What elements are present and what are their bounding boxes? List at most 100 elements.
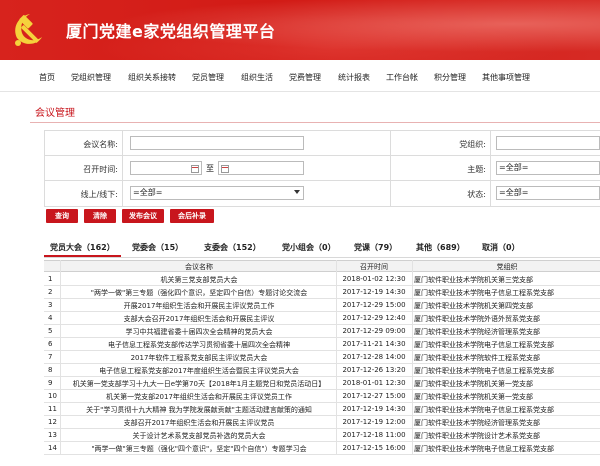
meeting-name-cell[interactable]: "两学一做"第三专题（强化"四个意识"，坚定"四个自信"）专题学习会 xyxy=(62,444,336,454)
meeting-time-cell: 2017-12-29 15:00 xyxy=(342,301,406,309)
table-row[interactable]: 1 机关第三党支部党员大会 2018-01-02 12:30 厦门软件职业技术学院机关… xyxy=(44,273,600,286)
meeting-name-cell[interactable]: 关于"学习贯彻十九大精神 我为学院发展献贡献"主题活动建言献策的通知 xyxy=(62,405,336,415)
tab-party-group[interactable]: 党小组会（0） xyxy=(282,242,336,253)
meeting-name-input[interactable] xyxy=(130,136,304,150)
org-input[interactable] xyxy=(496,136,600,150)
start-date-input[interactable] xyxy=(130,161,202,175)
app-title: 厦门党建e家党组织管理平台 xyxy=(66,22,276,41)
calendar-icon[interactable] xyxy=(221,165,229,173)
supplement-record-button[interactable]: 会后补录 xyxy=(170,209,214,223)
table-row[interactable]: 6 电子信息工程系党支部传达学习贯彻省委十届四次全会精神 2017-11-21 14… xyxy=(44,338,600,351)
meeting-time-cell: 2017-12-15 16:00 xyxy=(342,444,406,452)
theme-label: 主题: xyxy=(467,165,486,174)
form-row-2: 召开时间: 至 主题: =全部= xyxy=(44,156,600,181)
tab-party-lesson[interactable]: 党课（79） xyxy=(354,242,397,253)
meeting-name-cell[interactable]: 支部召开2017年组织生活会和开展民主评议党员 xyxy=(62,418,336,428)
status-select[interactable]: =全部= xyxy=(496,186,600,200)
org-name-cell: 厦门软件职业技术学院电子信息工程系党支部 xyxy=(414,406,554,414)
org-name-cell: 厦门软件职业技术学院电子信息工程系党支部 xyxy=(414,445,554,453)
meeting-name-cell[interactable]: 电子信息工程系党支部传达学习贯彻省委十届四次全会精神 xyxy=(62,340,336,350)
meeting-time-cell: 2017-12-26 13:20 xyxy=(342,366,406,374)
tab-cancelled[interactable]: 取消（0） xyxy=(482,242,520,253)
query-button[interactable]: 查询 xyxy=(46,209,78,223)
table-row[interactable]: 9 机关第一党支部学习十九大一日e学第70天【2018年1月主题党日和党员活动日】… xyxy=(44,377,600,390)
table-header: 会议名称 召开时间 党组织 xyxy=(44,260,600,272)
table-row[interactable]: 14 "两学一做"第三专题（强化"四个意识"，坚定"四个自信"）专题学习会 2017… xyxy=(44,442,600,455)
table-row[interactable]: 4 支部大会召开2017年组织生活会和开展民主评议 2017-12-29 12:40… xyxy=(44,312,600,325)
tab-other[interactable]: 其他（689） xyxy=(416,242,465,253)
org-name-cell: 厦门软件职业技术学院经济管理系党支部 xyxy=(414,328,540,336)
meeting-time-cell: 2017-12-28 14:00 xyxy=(342,353,406,361)
column-divider xyxy=(336,260,337,455)
table-row[interactable]: 13 关于设计艺术系党支部党员补选的党员大会 2017-12-18 11:00 厦门软… xyxy=(44,429,600,442)
meeting-type-tabs: 党员大会（162） 党委会（15） 支委会（152） 党小组会（0） 党课（79… xyxy=(44,236,600,258)
meeting-name-cell[interactable]: 开展2017年组织生活会和开展民主评议党员工作 xyxy=(62,301,336,311)
meeting-name-cell[interactable]: 2017年软件工程系党支部民主评议党员大会 xyxy=(62,353,336,363)
row-number: 3 xyxy=(48,301,53,309)
theme-select[interactable]: =全部= xyxy=(496,161,600,175)
nav-item-points-management[interactable]: 积分管理 xyxy=(434,72,466,83)
table-row[interactable]: 10 机关第一党支部2017年组织生活会和开展民主评议党员工作 2017-12-27… xyxy=(44,390,600,403)
nav-item-other-matters[interactable]: 其他事项管理 xyxy=(482,72,530,83)
row-number: 10 xyxy=(48,392,57,400)
form-row-1: 会议名称: 党组织: xyxy=(44,131,600,156)
online-offline-select[interactable]: =全部= xyxy=(130,186,304,200)
org-name-cell: 厦门软件职业技术学院机关第四党支部 xyxy=(414,302,533,310)
table-row[interactable]: 5 学习中共福建省委十届四次全会精神的党员大会 2017-12-29 09:00 厦门… xyxy=(44,325,600,338)
column-header-name: 会议名称 xyxy=(185,263,213,271)
meeting-name-label: 会议名称: xyxy=(83,140,118,149)
nav-item-home[interactable]: 首页 xyxy=(39,72,55,83)
meeting-name-cell[interactable]: 支部大会召开2017年组织生活会和开展民主评议 xyxy=(62,314,336,324)
table-row[interactable]: 11 关于"学习贯彻十九大精神 我为学院发展献贡献"主题活动建言献策的通知 2017… xyxy=(44,403,600,416)
org-name-cell: 厦门软件职业技术学院电子信息工程系党支部 xyxy=(414,341,554,349)
nav-item-work-ledger[interactable]: 工作台帐 xyxy=(386,72,418,83)
meeting-time-cell: 2018-01-01 12:30 xyxy=(342,379,406,387)
table-row[interactable]: 2 "两学一做"第三专题（强化四个意识，坚定四个自信）专题讨论交流会 2017-12… xyxy=(44,286,600,299)
nav-item-org-life[interactable]: 组织生活 xyxy=(241,72,273,83)
form-divider xyxy=(490,156,491,181)
meeting-time-cell: 2017-12-19 14:30 xyxy=(342,288,406,296)
clear-button[interactable]: 清除 xyxy=(84,209,116,223)
page-title: 会议管理 xyxy=(35,108,75,119)
calendar-icon[interactable] xyxy=(191,165,199,173)
row-number: 2 xyxy=(48,288,53,296)
column-header-org: 党组织 xyxy=(496,263,518,271)
table-row[interactable]: 8 电子信息工程系党支部2017年度组织生活会暨民主评议党员大会 2017-12-2… xyxy=(44,364,600,377)
nav-item-dues-management[interactable]: 党费管理 xyxy=(289,72,321,83)
tab-party-committee[interactable]: 党委会（15） xyxy=(132,242,183,253)
meeting-name-cell[interactable]: 机关第三党支部党员大会 xyxy=(62,275,336,285)
meeting-name-cell[interactable]: 机关第一党支部学习十九大一日e学第70天【2018年1月主题党日和党员活动日】 xyxy=(62,379,336,389)
end-date-input[interactable] xyxy=(218,161,304,175)
meeting-time-cell: 2017-12-27 15:00 xyxy=(342,392,406,400)
form-row-3: 线上/线下: =全部= 状态: =全部= xyxy=(44,181,600,207)
nav-item-org-transfer[interactable]: 组织关系接转 xyxy=(128,72,176,83)
org-name-cell: 厦门软件职业技术学院经济管理系党支部 xyxy=(414,419,540,427)
tab-member-assembly[interactable]: 党员大会（162） xyxy=(50,242,115,253)
org-name-cell: 厦门软件职业技术学院机关第一党支部 xyxy=(414,393,533,401)
meeting-name-cell[interactable]: 学习中共福建省委十届四次全会精神的党员大会 xyxy=(62,327,336,337)
table-row[interactable]: 7 2017年软件工程系党支部民主评议党员大会 2017-12-28 14:00 厦门… xyxy=(44,351,600,364)
row-number: 4 xyxy=(48,314,53,322)
meeting-name-cell[interactable]: "两学一做"第三专题（强化四个意识，坚定四个自信）专题讨论交流会 xyxy=(62,288,336,298)
nav-item-reports[interactable]: 统计报表 xyxy=(338,72,370,83)
meeting-time-cell: 2017-12-29 09:00 xyxy=(342,327,406,335)
nav-item-member-management[interactable]: 党员管理 xyxy=(192,72,224,83)
meeting-time-cell: 2017-12-19 14:30 xyxy=(342,405,406,413)
meeting-name-cell[interactable]: 电子信息工程系党支部2017年度组织生活会暨民主评议党员大会 xyxy=(62,366,336,376)
nav-item-org-management[interactable]: 党组织管理 xyxy=(71,72,111,83)
party-emblem-icon xyxy=(15,14,43,46)
org-name-cell: 厦门软件职业技术学院外语外贸系党支部 xyxy=(414,315,540,323)
tab-branch-committee[interactable]: 支委会（152） xyxy=(204,242,261,253)
row-number: 9 xyxy=(48,379,53,387)
table-row[interactable]: 12 支部召开2017年组织生活会和开展民主评议党员 2017-12-19 12:0… xyxy=(44,416,600,429)
meeting-name-cell[interactable]: 关于设计艺术系党支部党员补选的党员大会 xyxy=(62,431,336,441)
status-label: 状态: xyxy=(467,190,486,199)
meeting-name-cell[interactable]: 机关第一党支部2017年组织生活会和开展民主评议党员工作 xyxy=(62,392,336,402)
meeting-time-cell: 2018-01-02 12:30 xyxy=(342,275,406,283)
table-row[interactable]: 3 开展2017年组织生活会和开展民主评议党员工作 2017-12-29 15:00… xyxy=(44,299,600,312)
publish-meeting-button[interactable]: 发布会议 xyxy=(122,209,164,223)
main-nav: 首页 党组织管理 组织关系接转 党员管理 组织生活 党费管理 统计报表 工作台帐… xyxy=(0,60,600,92)
chevron-down-icon xyxy=(294,190,300,194)
column-header-time: 召开时间 xyxy=(360,263,388,271)
org-name-cell: 厦门软件职业技术学院电子信息工程系党支部 xyxy=(414,289,554,297)
